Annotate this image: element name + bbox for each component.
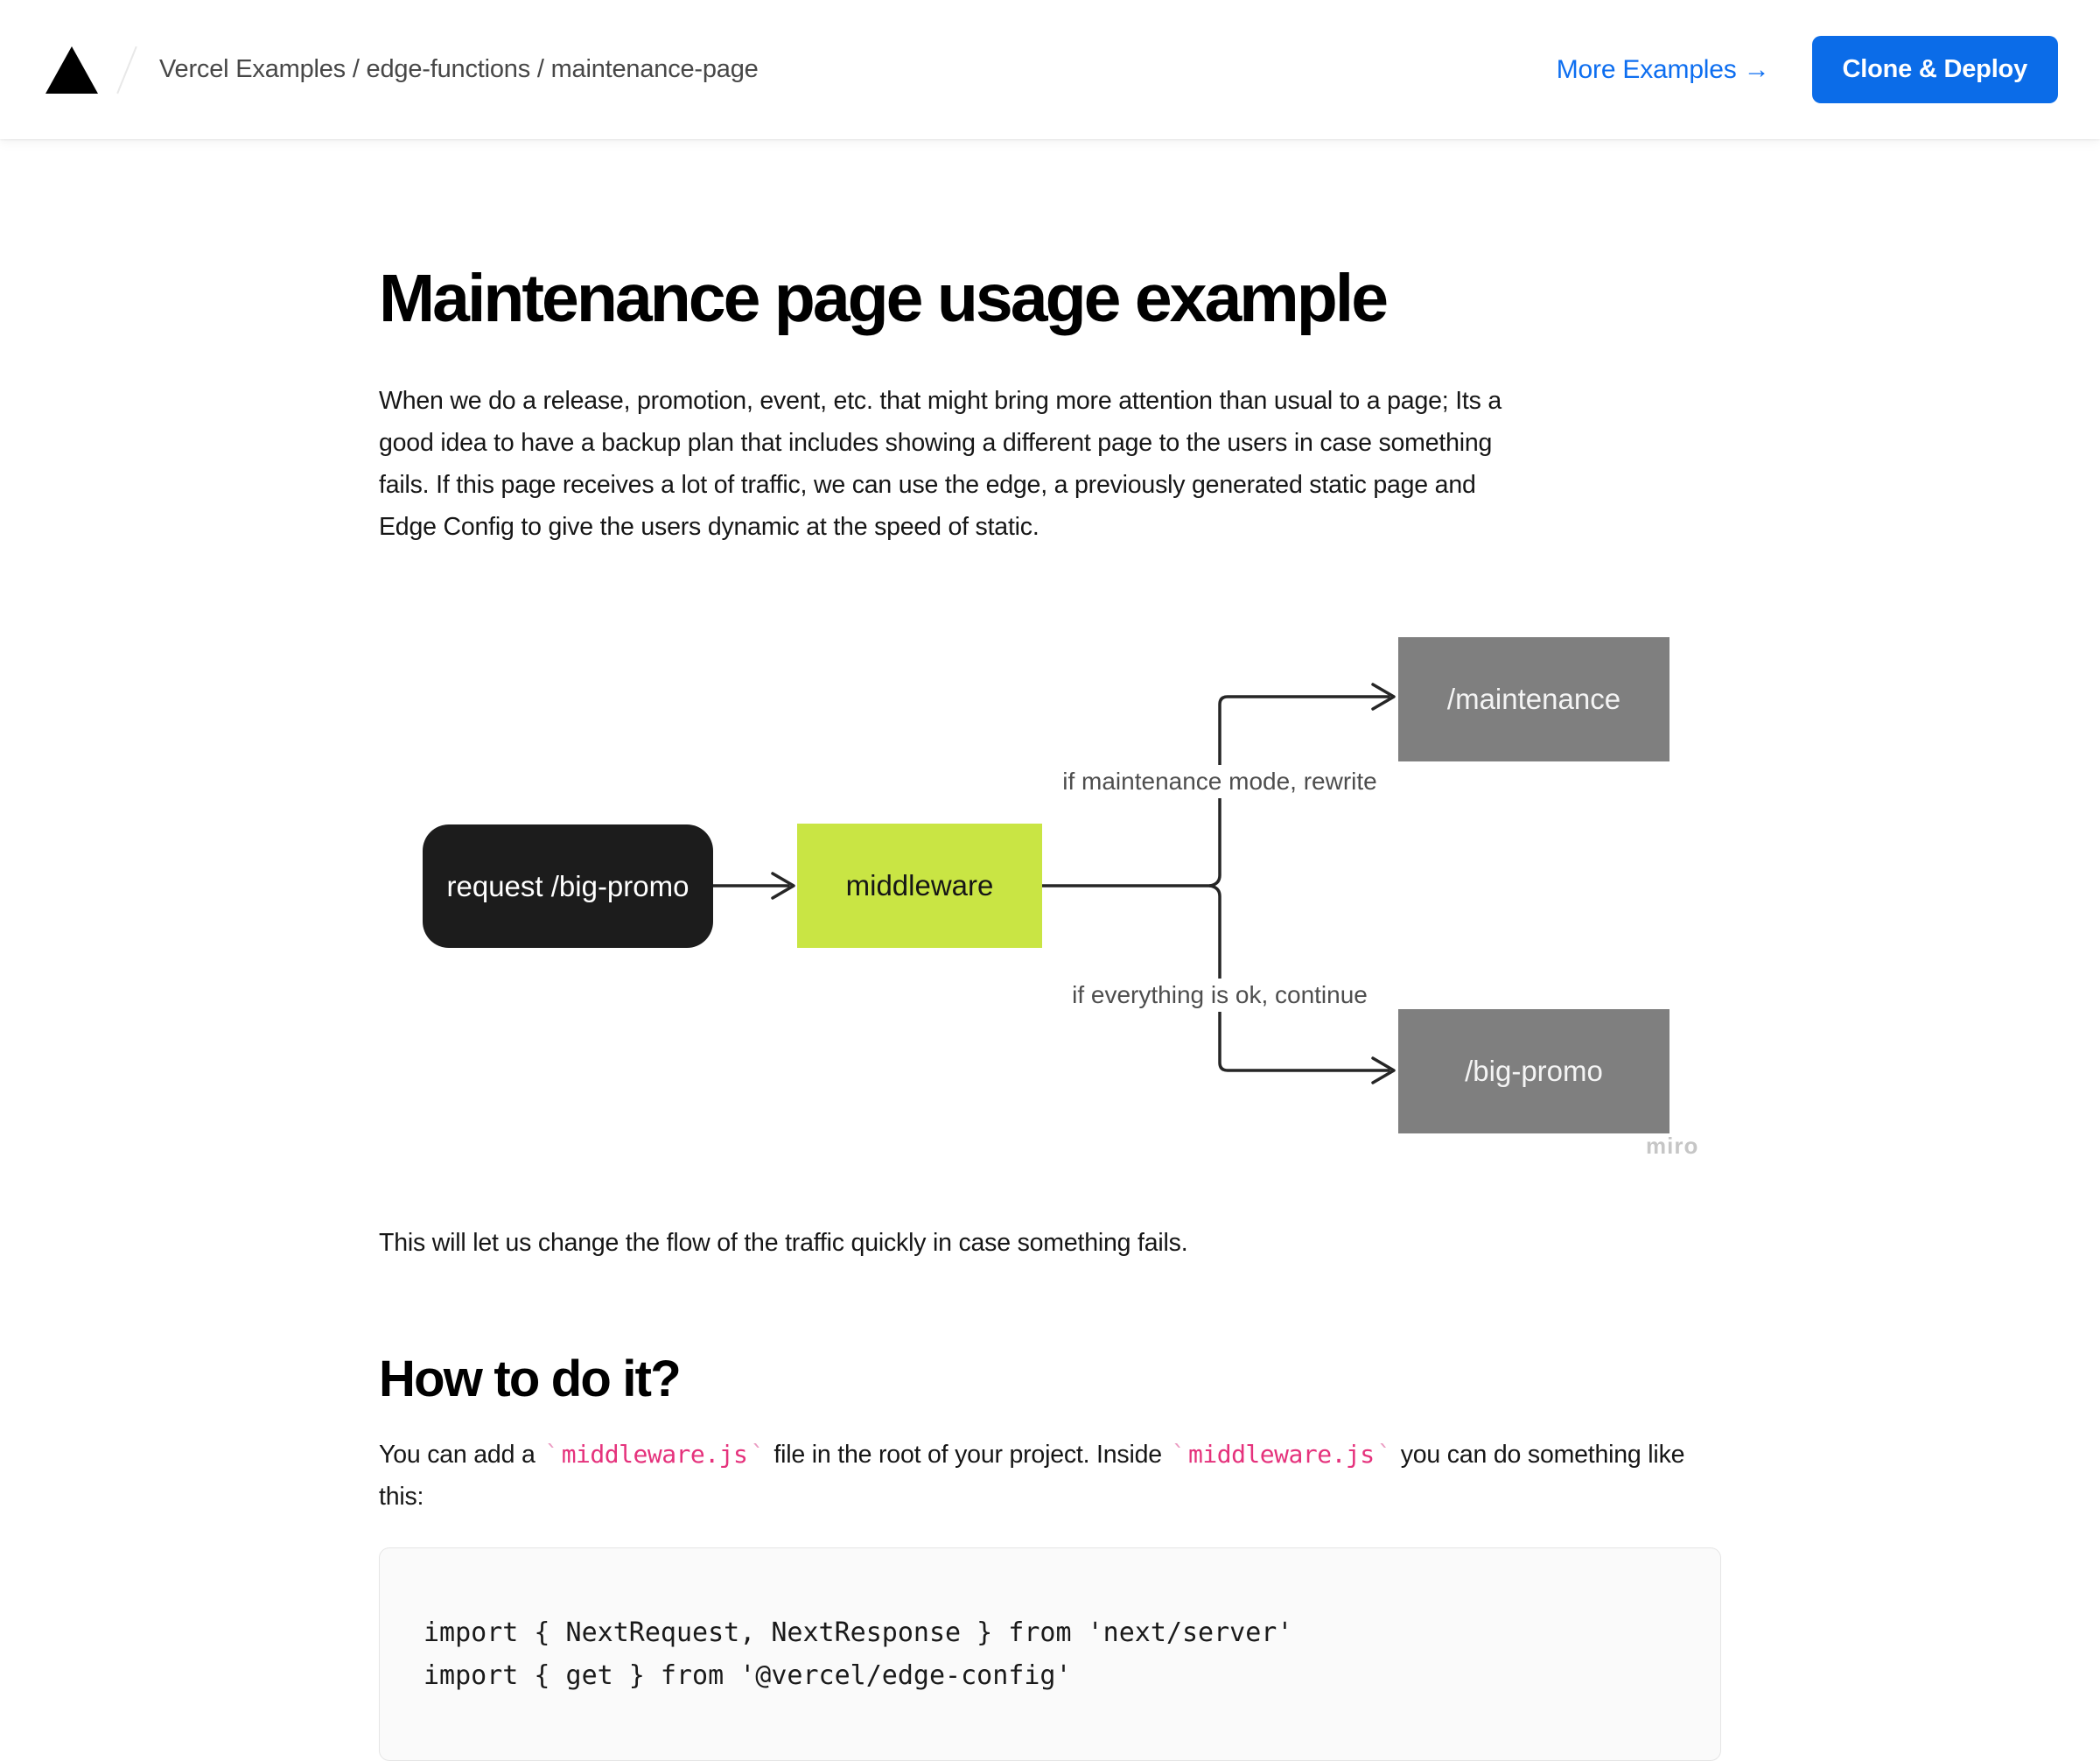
howto-text-1: You can add a	[379, 1441, 542, 1469]
top-navigation-bar: Vercel Examples / edge-functions / maint…	[0, 0, 2100, 139]
howto-text-2: file in the root of your project. Inside	[767, 1441, 1169, 1469]
page-title: Maintenance page usage example	[379, 139, 1726, 336]
maintenance-box: /maintenance	[1398, 637, 1670, 761]
branch-label-maintenance: if maintenance mode, rewrite	[1054, 765, 1386, 798]
inline-code-middleware-js: middleware.js	[542, 1440, 766, 1469]
howto-paragraph: You can add a middleware.js file in the …	[379, 1434, 1726, 1518]
code-block: import { NextRequest, NextResponse } fro…	[379, 1547, 1721, 1761]
after-diagram-paragraph: This will let us change the flow of the …	[379, 1222, 1726, 1264]
clone-deploy-button[interactable]: Clone & Deploy	[1812, 36, 2059, 103]
request-box: request /big-promo	[423, 824, 713, 948]
breadcrumb-slash-divider	[116, 46, 137, 94]
code-content: import { NextRequest, NextResponse } fro…	[424, 1611, 1676, 1697]
breadcrumb[interactable]: Vercel Examples / edge-functions / maint…	[159, 55, 759, 84]
intro-paragraph: When we do a release, promotion, event, …	[379, 380, 1726, 548]
article-content: Maintenance page usage example When we d…	[379, 139, 1726, 1761]
middleware-box: middleware	[797, 824, 1042, 948]
more-examples-link[interactable]: More Examples →	[1557, 55, 1770, 85]
miro-watermark: miro	[1646, 1133, 1698, 1160]
vercel-triangle-icon[interactable]	[46, 46, 98, 94]
inline-code-middleware-js-2: middleware.js	[1169, 1440, 1394, 1469]
big-promo-box: /big-promo	[1398, 1009, 1670, 1133]
howto-heading: How to do it?	[379, 1351, 1726, 1407]
header-actions: More Examples → Clone & Deploy	[1557, 36, 2058, 103]
flow-diagram: request /big-promo middleware /maintenan…	[379, 604, 1726, 1182]
branch-label-continue: if everything is ok, continue	[1063, 979, 1376, 1012]
